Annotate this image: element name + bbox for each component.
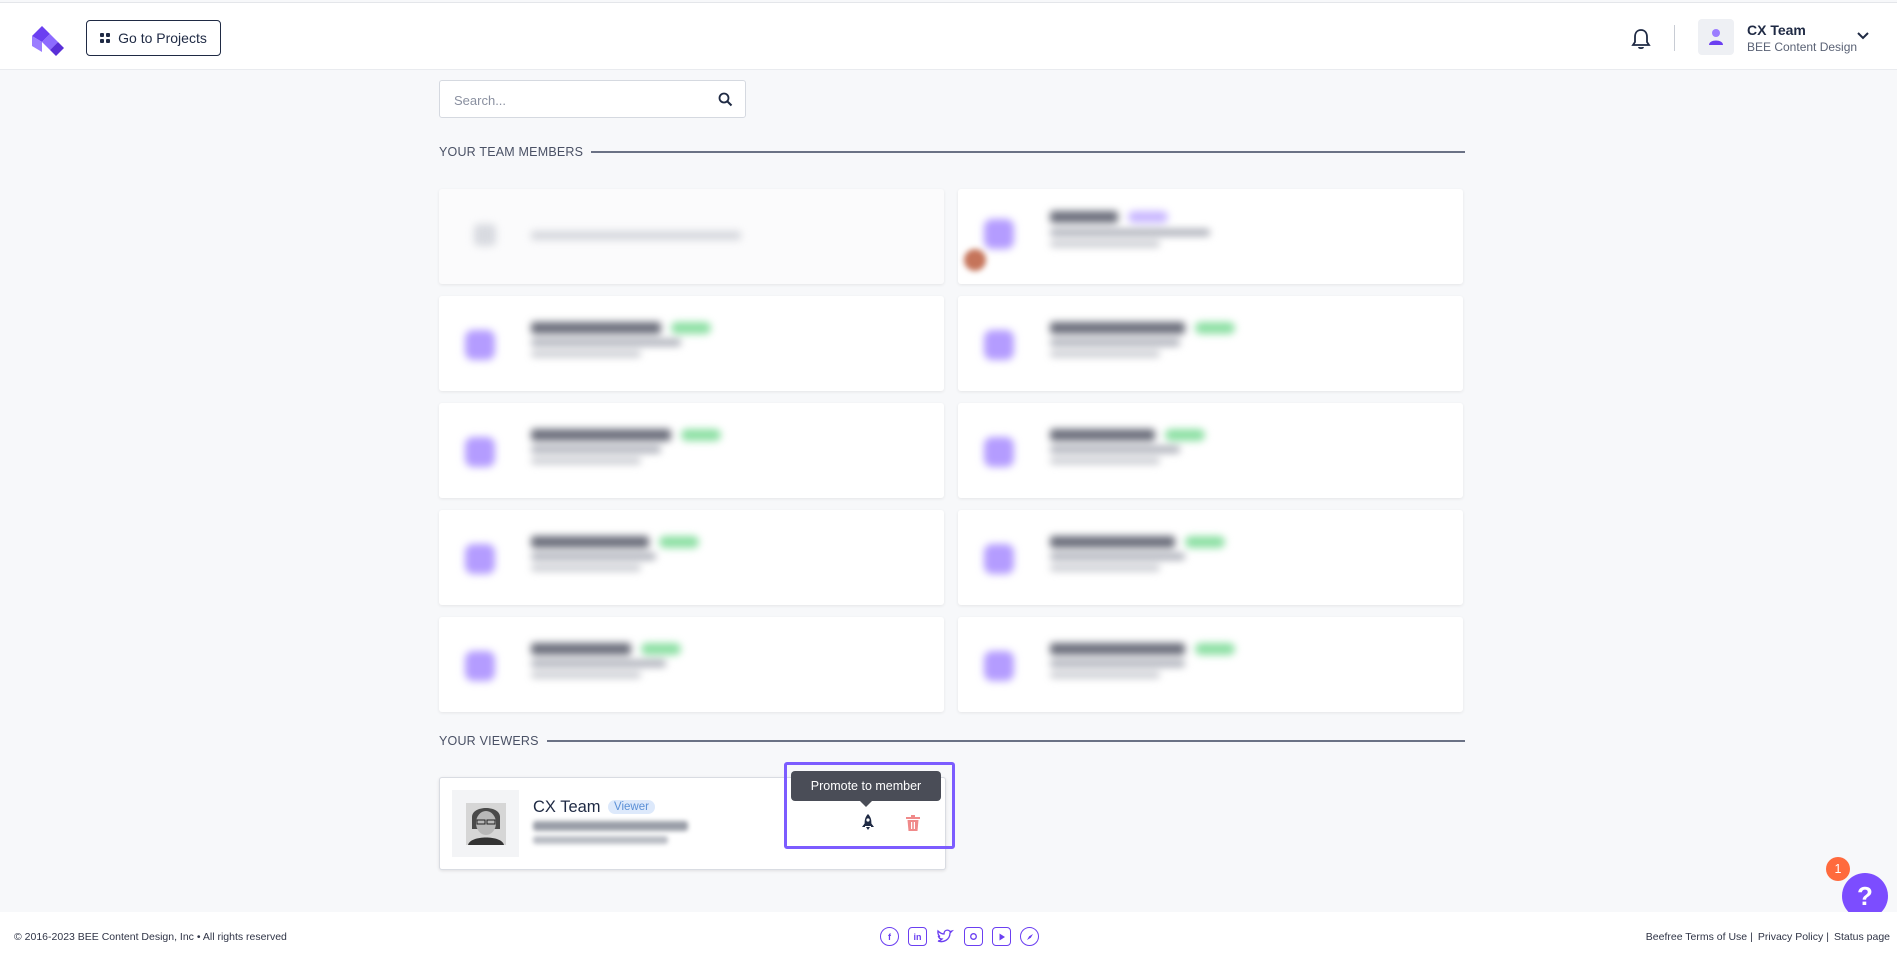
tooltip-arrow — [860, 801, 872, 807]
user-team: BEE Content Design — [1747, 40, 1858, 54]
viewer-role-badge: Viewer — [608, 800, 655, 814]
rocket-icon — [862, 814, 874, 830]
viewer-name: CX Team — [533, 798, 601, 816]
section-divider — [591, 151, 1465, 153]
team-member-card[interactable] — [958, 296, 1463, 391]
viewer-avatar — [452, 790, 519, 857]
privacy-link[interactable]: Privacy Policy — [1758, 931, 1823, 943]
team-member-card[interactable] — [958, 403, 1463, 498]
help-notification-badge: 1 — [1826, 857, 1850, 881]
team-member-card[interactable] — [439, 617, 944, 712]
profile-photo — [465, 802, 506, 845]
viewers-heading: YOUR VIEWERS — [439, 734, 1465, 748]
instagram-icon[interactable] — [964, 927, 983, 946]
go-to-projects-button[interactable]: Go to Projects — [86, 20, 221, 56]
user-name[interactable]: CX Team — [1747, 22, 1806, 38]
invite-member-card[interactable] — [439, 189, 944, 284]
top-header: Go to Projects CX Team BEE Content Desig… — [0, 2, 1897, 70]
team-member-card[interactable] — [439, 510, 944, 605]
bell-icon[interactable] — [1631, 28, 1651, 50]
link-separator: | — [1750, 931, 1753, 943]
promote-tooltip: Promote to member — [791, 771, 941, 801]
linkedin-icon[interactable]: in — [908, 927, 927, 946]
header-divider — [1674, 25, 1675, 51]
section-divider — [546, 740, 1465, 742]
trash-icon — [906, 814, 920, 831]
footer: © 2016-2023 BEE Content Design, Inc • Al… — [0, 912, 1897, 964]
viewer-email — [533, 821, 688, 831]
delete-viewer-button[interactable] — [903, 812, 923, 834]
viewer-last-login — [533, 836, 668, 844]
promote-to-member-button[interactable] — [856, 810, 880, 834]
team-member-card[interactable] — [439, 403, 944, 498]
chevron-down-icon[interactable] — [1856, 31, 1870, 41]
grid-icon — [100, 33, 111, 43]
avatar — [964, 249, 986, 271]
status-page-link[interactable]: Status page — [1834, 931, 1890, 943]
copyright-text: © 2016-2023 BEE Content Design, Inc • Al… — [14, 931, 287, 943]
footer-links: Beefree Terms of Use | Privacy Policy | St… — [1646, 931, 1890, 943]
team-members-title: YOUR TEAM MEMBERS — [439, 145, 584, 159]
facebook-icon[interactable]: f — [880, 927, 899, 946]
user-avatar[interactable] — [1698, 19, 1734, 55]
user-icon — [1709, 29, 1723, 45]
team-member-card[interactable] — [958, 189, 1463, 284]
search-icon[interactable] — [718, 92, 733, 107]
search-input[interactable] — [454, 90, 704, 110]
viewers-title: YOUR VIEWERS — [439, 734, 539, 748]
search-box — [439, 80, 746, 118]
team-members-heading: YOUR TEAM MEMBERS — [439, 145, 1465, 159]
team-member-card[interactable] — [958, 510, 1463, 605]
youtube-icon[interactable] — [992, 927, 1011, 946]
compass-icon[interactable] — [1020, 927, 1039, 946]
team-member-card[interactable] — [958, 617, 1463, 712]
twitter-icon[interactable] — [936, 927, 955, 946]
team-member-card[interactable] — [439, 296, 944, 391]
social-links: f in — [880, 927, 1039, 946]
go-to-projects-label: Go to Projects — [118, 30, 207, 46]
bee-logo[interactable] — [28, 20, 66, 58]
terms-link[interactable]: Beefree Terms of Use — [1646, 931, 1747, 943]
link-separator: | — [1826, 931, 1829, 943]
